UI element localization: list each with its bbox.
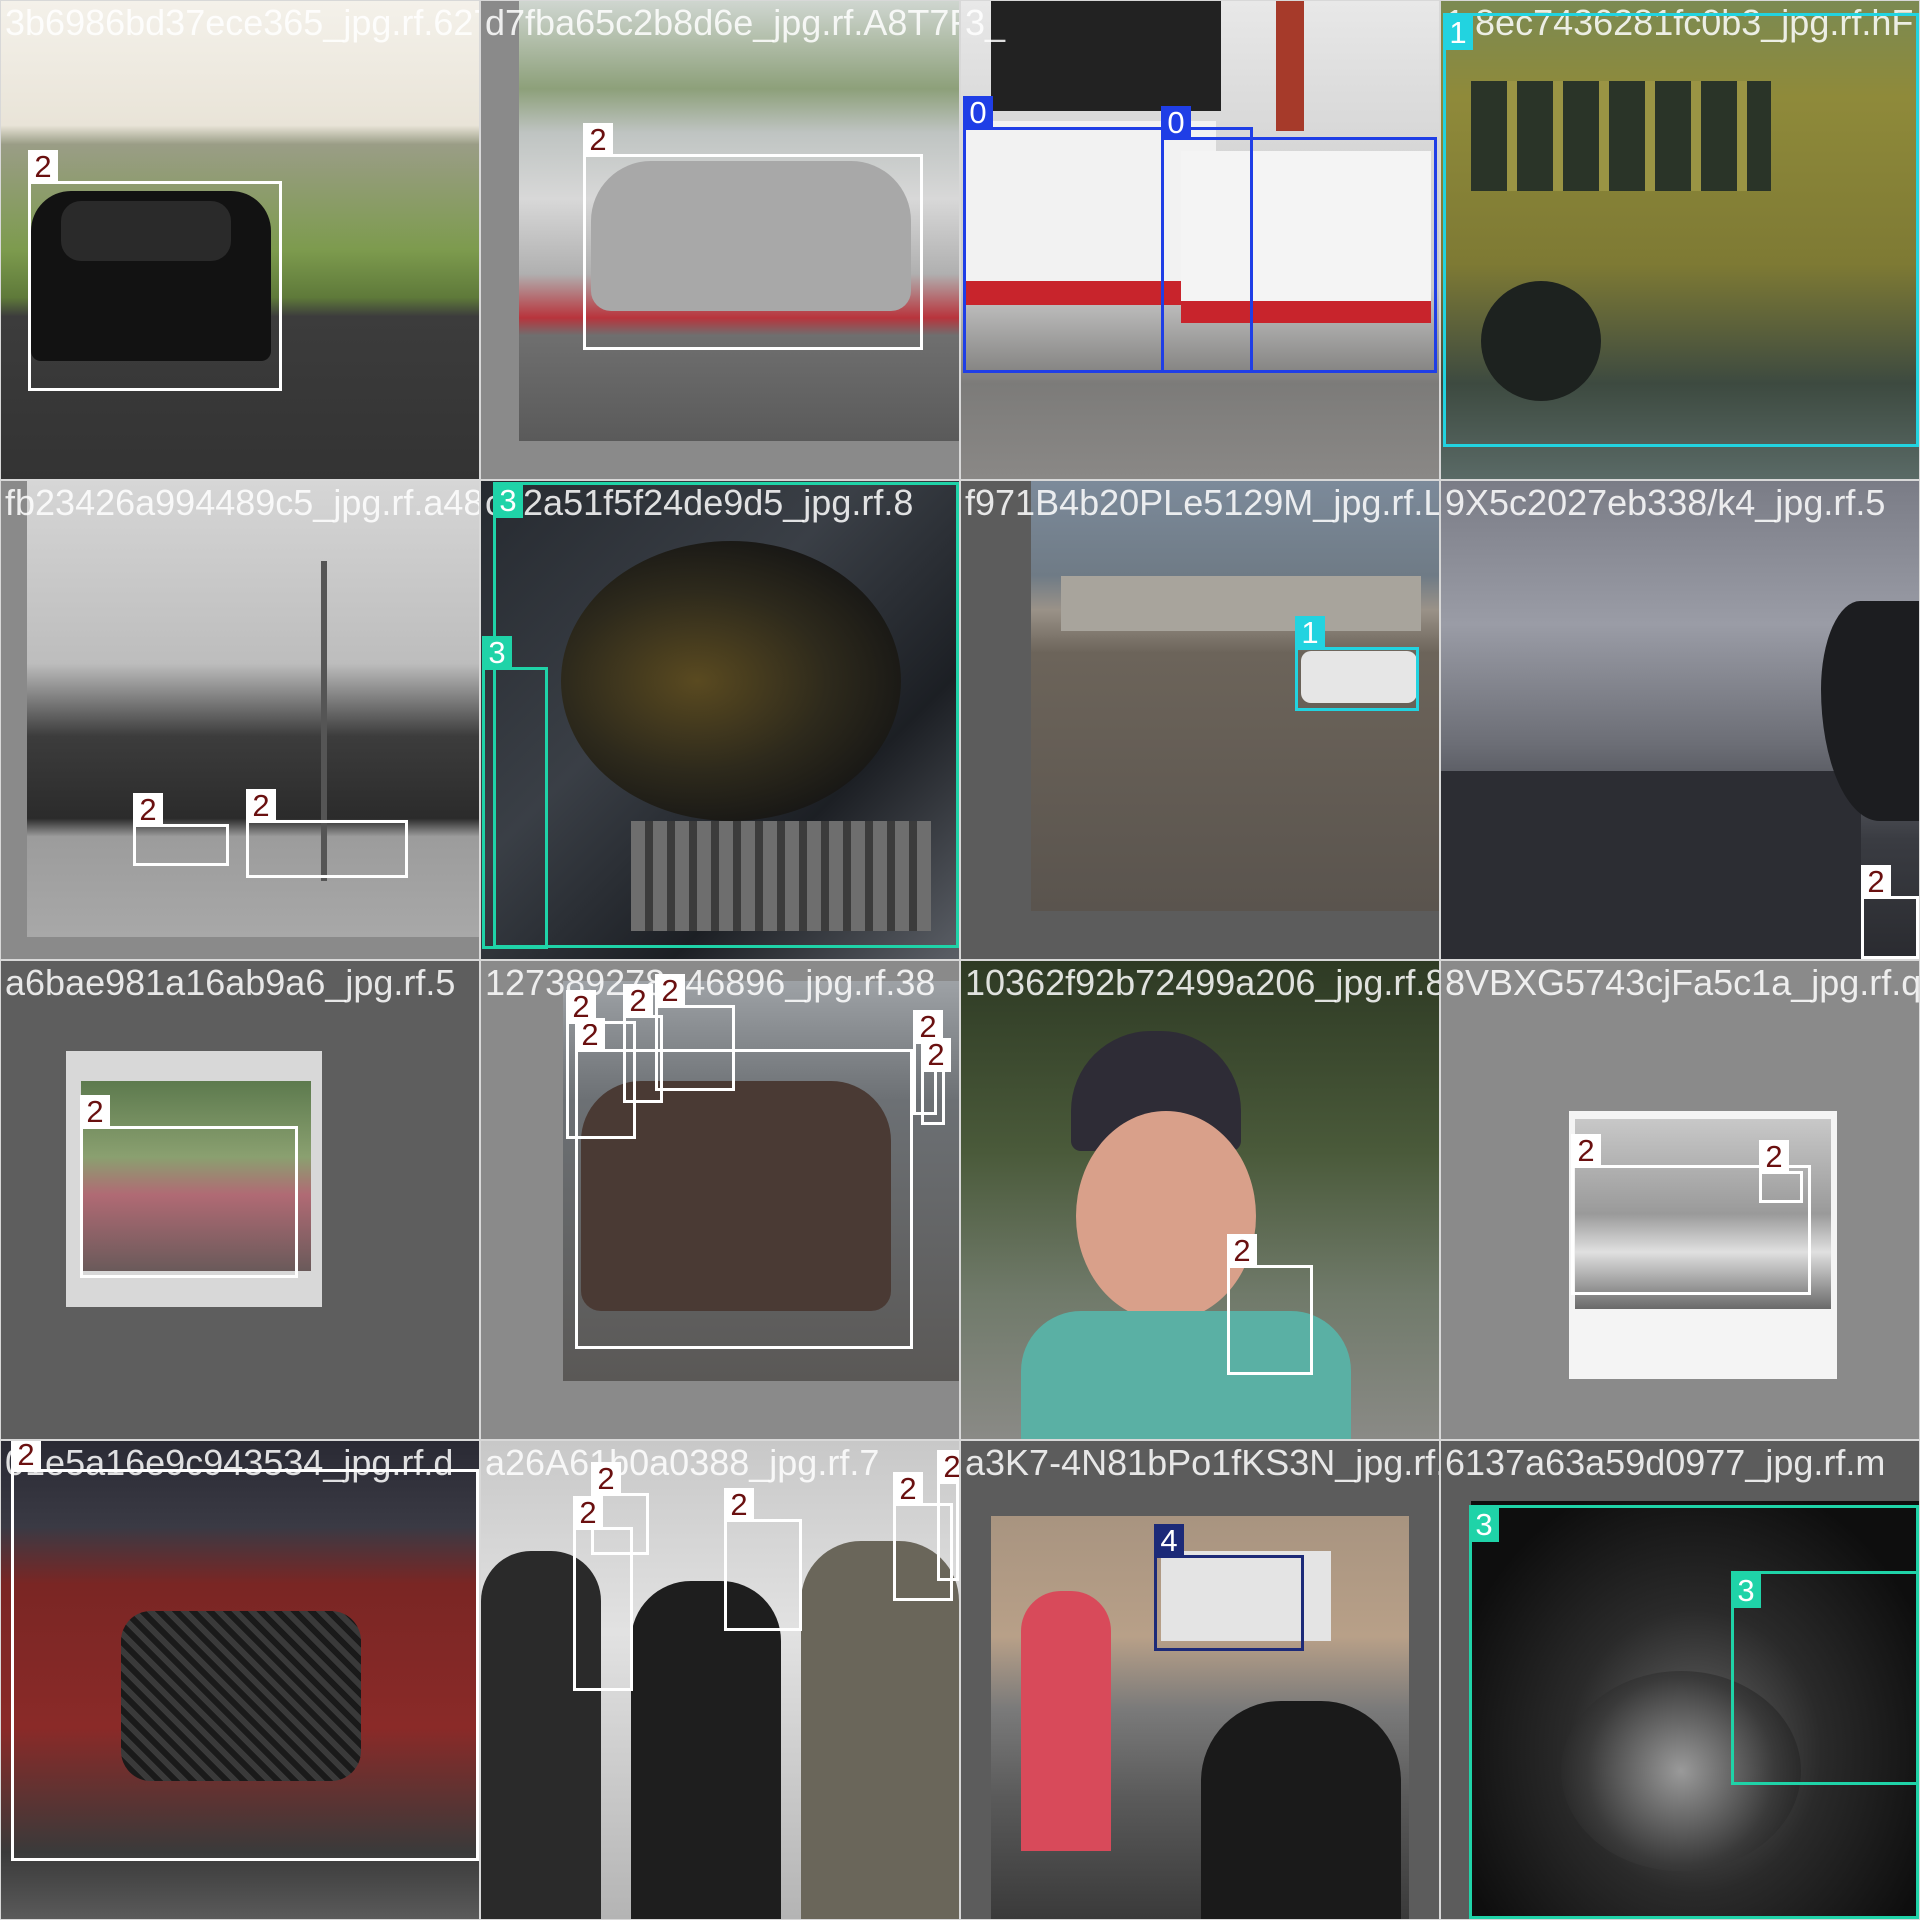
- mosaic-tile: fb23426a994489c5_jpg.rf.a4892ac7175224e9…: [0, 480, 480, 960]
- class-label: 1: [1295, 616, 1325, 650]
- class-label: 2: [246, 789, 276, 823]
- class-label: 2: [11, 1441, 41, 1472]
- mosaic-tile: c92a51f5f24de9d5_jpg.rf.8 3 3: [480, 480, 960, 960]
- mosaic-tile: 10362f92b72499a206_jpg.rf.8 2: [960, 960, 1440, 1440]
- class-label: 2: [1861, 865, 1891, 899]
- bounding-box: 1: [1295, 616, 1419, 711]
- bounding-box: 3: [482, 636, 548, 949]
- bounding-box: 2: [80, 1095, 298, 1278]
- tile-filename: f971B4b20PLe5129M_jpg.rf.L9: [965, 482, 1440, 523]
- mosaic-tile: 6137a63a59d0977_jpg.rf.m 3 3: [1440, 1440, 1920, 1920]
- bounding-box: 2: [937, 1450, 959, 1581]
- mosaic-tile: 9X5c2027eb338/k4_jpg.rf.5 2: [1440, 480, 1920, 960]
- class-label: 2: [80, 1095, 110, 1129]
- garage-window: [991, 1, 1221, 111]
- tile-filename: fb23426a994489c5_jpg.rf.a4892ac7175224e9…: [5, 482, 479, 523]
- tile-photo: [1, 481, 479, 959]
- tile-photo: [481, 1441, 959, 1919]
- mosaic-tile: a6bae981a16ab9a6_jpg.rf.5 2: [0, 960, 480, 1440]
- mosaic-tile: 3_ 0 0: [960, 0, 1440, 480]
- tile-filename: 6137a63a59d0977_jpg.rf.m: [1445, 1442, 1886, 1483]
- bounding-box: 2: [1227, 1234, 1313, 1375]
- tile-photo: [1441, 481, 1919, 959]
- tile-filename: 9X5c2027eb338/k4_jpg.rf.5: [1445, 482, 1886, 523]
- bounding-box: 2: [1759, 1140, 1803, 1203]
- bounding-box: 2: [246, 789, 408, 878]
- bounding-box: 0: [1161, 106, 1437, 373]
- class-label: 2: [583, 123, 613, 157]
- mosaic-tile: 1 8ec7436281fc0b3_jpg.rf.hF 1: [1440, 0, 1920, 480]
- tile-filename: a6bae981a16ab9a6_jpg.rf.5: [5, 962, 456, 1003]
- brick-column: [1276, 1, 1304, 131]
- class-label: 2: [1759, 1140, 1789, 1174]
- detection-mosaic: 3b6986bd37ece365_jpg.rf.6277e4a5d3bc5d 2…: [0, 0, 1920, 1920]
- bounding-box: 1: [1443, 13, 1919, 447]
- class-label: 4: [1154, 1524, 1184, 1558]
- class-label: 0: [1161, 106, 1191, 140]
- class-label: 2: [591, 1462, 621, 1496]
- bounding-box: 4: [1154, 1524, 1304, 1651]
- class-label: 3: [1469, 1508, 1499, 1542]
- bounding-box: 2: [1861, 865, 1919, 959]
- class-label: 2: [1571, 1134, 1601, 1168]
- tile-photo: [961, 961, 1439, 1439]
- mosaic-tile: d7fba65c2b8d6e_jpg.rf.A8T7F2P0SKLC 2: [480, 0, 960, 480]
- class-label: 0: [963, 96, 993, 130]
- mosaic-tile: a3K7-4N81bPo1fKS3N_jpg.rf.70 4: [960, 1440, 1440, 1920]
- class-label: 2: [28, 150, 58, 184]
- class-label: 2: [1227, 1234, 1257, 1268]
- mosaic-tile: f971B4b20PLe5129M_jpg.rf.L9 1: [960, 480, 1440, 960]
- class-label: 3: [493, 484, 523, 518]
- bounding-box: 2: [724, 1488, 802, 1631]
- class-label: 2: [655, 974, 685, 1008]
- bounding-box: 3: [1731, 1571, 1919, 1785]
- person-shape: [631, 1581, 781, 1919]
- class-label: 3: [1731, 1574, 1761, 1608]
- tile-filename: 10362f92b72499a206_jpg.rf.8: [965, 962, 1440, 1003]
- person-shape: [1021, 1591, 1111, 1851]
- bounding-box: 2: [583, 123, 923, 350]
- tile-filename: a26A61b0a0388_jpg.rf.7: [485, 1442, 880, 1483]
- tile-filename: a3K7-4N81bPo1fKS3N_jpg.rf.70: [965, 1442, 1440, 1483]
- bounding-box: 2: [921, 1038, 951, 1125]
- class-label: 2: [893, 1472, 923, 1506]
- mosaic-tile: 01e5a16e9c943534_jpg.rf.d 2: [0, 1440, 480, 1920]
- tile-photo: [961, 1441, 1439, 1919]
- tile-filename: d7fba65c2b8d6e_jpg.rf.A8T7F2P0SKLC: [485, 2, 959, 43]
- class-label: 2: [573, 1496, 603, 1530]
- bounding-box: 2: [11, 1441, 479, 1861]
- class-label: 2: [724, 1488, 754, 1522]
- bounding-box: 2: [573, 1496, 633, 1691]
- tile-filename: 3b6986bd37ece365_jpg.rf.6277e4a5d3bc5d: [5, 2, 479, 43]
- tile-filename: 3_: [965, 2, 1006, 43]
- class-label: 2: [937, 1450, 959, 1484]
- motorcycle-shape: [1201, 1701, 1401, 1919]
- class-label: 1: [1443, 16, 1473, 50]
- tile-filename: 8VBXG5743cjFa5c1a_jpg.rf.q: [1445, 962, 1920, 1003]
- class-label: 2: [921, 1038, 951, 1072]
- class-label: 2: [623, 984, 653, 1018]
- building-shape: [1441, 771, 1861, 959]
- mosaic-tile: 3b6986bd37ece365_jpg.rf.6277e4a5d3bc5d 2: [0, 0, 480, 480]
- mosaic-tile: 127389278e46896_jpg.rf.38 2 2 2 2 2 2: [480, 960, 960, 1440]
- bounding-box: 2: [133, 793, 229, 866]
- class-label: 2: [133, 793, 163, 827]
- tile-photo: [961, 481, 1439, 959]
- bounding-box: 3: [493, 482, 959, 948]
- class-label: 3: [482, 636, 512, 670]
- terminal-building: [1061, 576, 1421, 631]
- mosaic-tile: 8VBXG5743cjFa5c1a_jpg.rf.q 2 2: [1440, 960, 1920, 1440]
- bounding-box: 2: [655, 974, 735, 1091]
- class-label: 2: [566, 990, 596, 1024]
- mosaic-tile: a26A61b0a0388_jpg.rf.7 2 2 2 2 2: [480, 1440, 960, 1920]
- bounding-box: 2: [28, 150, 282, 391]
- tile-filename: 127389278e46896_jpg.rf.38: [485, 962, 936, 1003]
